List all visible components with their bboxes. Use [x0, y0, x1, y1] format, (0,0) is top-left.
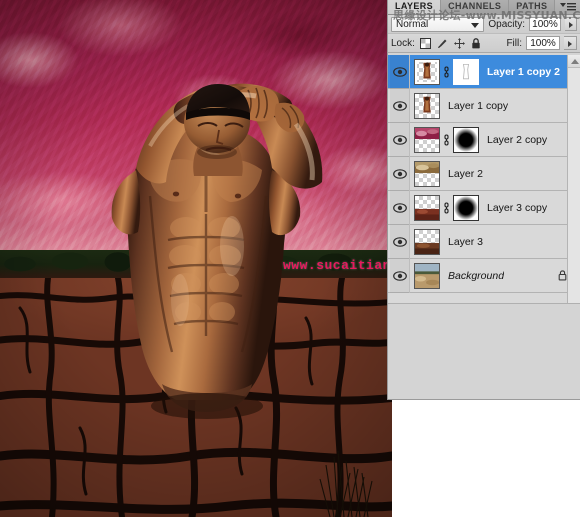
- eye-icon: [392, 134, 407, 145]
- link-icon[interactable]: [442, 133, 451, 146]
- eye-icon: [392, 100, 407, 111]
- layer-list-scrollbar[interactable]: [567, 55, 580, 303]
- layer-row[interactable]: Background: [388, 258, 580, 293]
- brush-lock-icon[interactable]: [437, 38, 448, 49]
- layers-panel: LAYERS CHANNELS PATHS 思缘设计论坛-www.MISSYUA…: [387, 0, 580, 400]
- layer-row[interactable]: Layer 2 copy: [388, 122, 580, 157]
- layer-thumbnail[interactable]: [414, 262, 440, 289]
- layer-name: Layer 1 copy: [448, 99, 509, 112]
- layer-row[interactable]: Layer 1 copy: [388, 88, 580, 123]
- fill-stepper[interactable]: [564, 36, 577, 50]
- layer-list[interactable]: Layer 1 copy 2 Layer 1 copy Layer 2 copy…: [388, 55, 580, 303]
- layer-row[interactable]: Layer 3 copy: [388, 190, 580, 225]
- layer-name: Layer 2: [448, 167, 484, 180]
- layer-row[interactable]: Layer 3: [388, 224, 580, 259]
- chevron-down-icon: [471, 22, 480, 28]
- site-watermark: www.sucaitianxia.com: [283, 258, 392, 273]
- layer-mask-thumbnail[interactable]: [453, 194, 479, 221]
- eye-icon: [392, 270, 407, 281]
- transparency-lock-icon[interactable]: [419, 37, 431, 49]
- eye-icon: [392, 236, 407, 247]
- layer-mask-thumbnail[interactable]: [453, 126, 479, 153]
- visibility-toggle[interactable]: [390, 88, 410, 123]
- lock-icon: [558, 270, 567, 281]
- fill-label: Fill:: [506, 37, 522, 49]
- scroll-up-arrow[interactable]: [568, 55, 580, 68]
- lock-label: Lock:: [391, 37, 415, 49]
- eye-icon: [392, 168, 407, 179]
- panel-empty-area: [388, 303, 580, 399]
- layer-thumbnail[interactable]: [414, 194, 440, 221]
- visibility-toggle[interactable]: [390, 156, 410, 191]
- lock-fill-row: Lock: Fill: 100%: [388, 34, 580, 53]
- visibility-toggle[interactable]: [390, 190, 410, 225]
- layer-row[interactable]: Layer 2: [388, 156, 580, 191]
- photoshop-window: www.sucaitianxia.com LAYERS CHANNELS PAT…: [0, 0, 580, 517]
- layer-name: Layer 3: [448, 235, 484, 248]
- visibility-toggle[interactable]: [390, 122, 410, 157]
- link-icon[interactable]: [442, 65, 451, 78]
- layer-name: Background: [448, 269, 505, 282]
- eye-icon: [392, 66, 407, 77]
- layer-thumbnail[interactable]: [414, 58, 440, 85]
- layer-name: Layer 1 copy 2: [487, 65, 560, 78]
- all-lock-icon[interactable]: [471, 37, 481, 49]
- link-icon[interactable]: [442, 201, 451, 214]
- eye-icon: [392, 202, 407, 213]
- visibility-toggle[interactable]: [390, 55, 410, 89]
- image-canvas[interactable]: www.sucaitianxia.com: [0, 0, 392, 517]
- layer-thumbnail[interactable]: [414, 160, 440, 187]
- visibility-toggle[interactable]: [390, 224, 410, 259]
- layer-name: Layer 3 copy: [487, 201, 548, 214]
- visibility-toggle[interactable]: [390, 258, 410, 293]
- forum-watermark: 思缘设计论坛-www.MISSYUAN.COM: [393, 9, 580, 22]
- layer-name: Layer 2 copy: [487, 133, 548, 146]
- layer-thumbnail[interactable]: [414, 92, 440, 119]
- layer-thumbnail[interactable]: [414, 228, 440, 255]
- move-lock-icon[interactable]: [453, 37, 465, 49]
- layer-thumbnail[interactable]: [414, 126, 440, 153]
- fill-input[interactable]: 100%: [526, 36, 560, 50]
- layer-mask-thumbnail[interactable]: [453, 58, 479, 85]
- layer-row[interactable]: Layer 1 copy 2: [388, 55, 580, 89]
